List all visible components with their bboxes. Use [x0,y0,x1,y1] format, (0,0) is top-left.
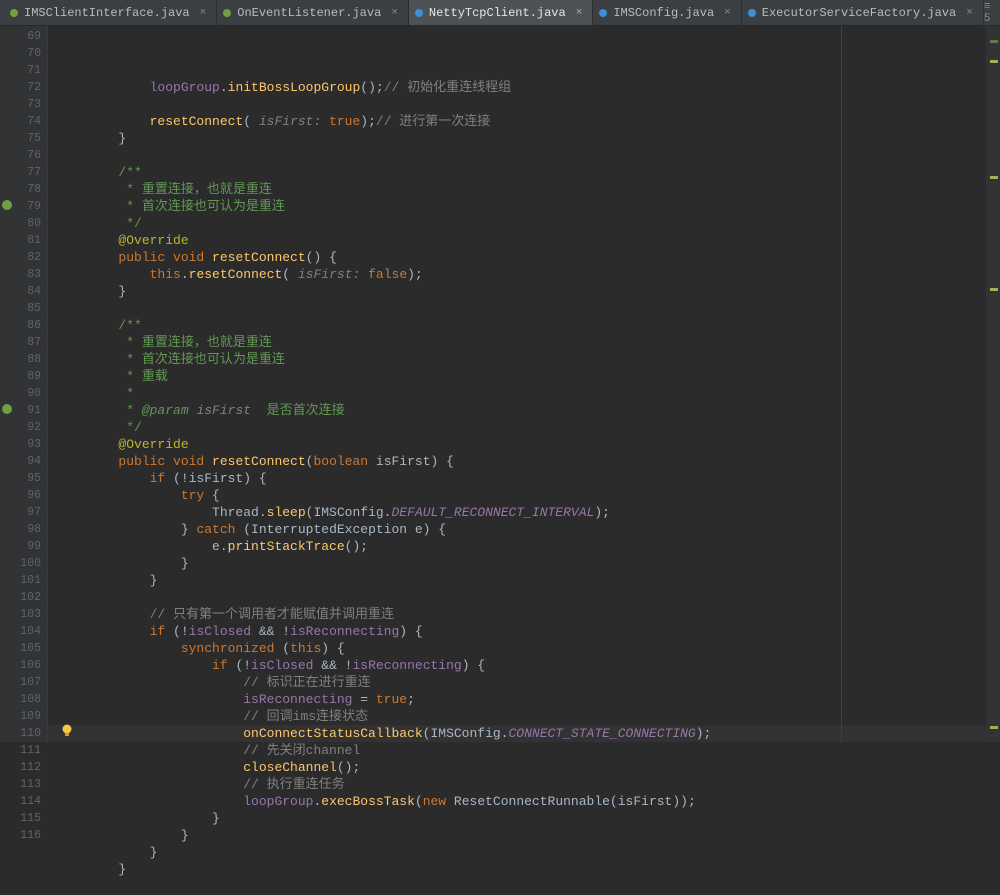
code-line[interactable]: } [56,283,986,300]
file-type-icon [223,9,231,17]
stripe-marker[interactable] [990,288,998,291]
code-line[interactable]: public void resetConnect() { [56,249,986,266]
tab-bar: IMSClientInterface.java×OnEventListener.… [0,0,1000,26]
tab-executorservicefactory-java[interactable]: ExecutorServiceFactory.java × [742,0,984,25]
code-line[interactable]: * 首次连接也可认为是重连 [56,351,986,368]
code-line[interactable]: * 重载 [56,368,986,385]
tab-imsclientinterface-java[interactable]: IMSClientInterface.java × [4,0,217,25]
code-line[interactable]: } [56,844,986,861]
override-gutter-icon[interactable] [2,404,12,414]
error-stripe[interactable] [986,26,1000,742]
code-line[interactable]: resetConnect( isFirst: true);// 进行第一次连接 [56,113,986,130]
override-gutter-icon[interactable] [2,200,12,210]
code-line[interactable] [56,300,986,317]
line-number: 111 [0,742,41,759]
tab-imsconfig-java[interactable]: IMSConfig.java × [593,0,741,25]
code-line[interactable]: // 执行重连任务 [56,776,986,793]
code-line[interactable]: if (!isClosed && !isReconnecting) { [56,657,986,674]
code-line[interactable]: // 只有第一个调用者才能赋值并调用重连 [56,606,986,623]
code-line[interactable]: loopGroup.initBossLoopGroup();// 初始化重连线程… [56,79,986,96]
code-line[interactable]: } [56,810,986,827]
code-line[interactable]: } [56,130,986,147]
code-line[interactable] [56,147,986,164]
tab-label: IMSClientInterface.java [24,6,190,20]
code-line[interactable]: * [56,385,986,402]
code-line[interactable]: @Override [56,232,986,249]
file-type-icon [10,9,18,17]
tab-label: IMSConfig.java [613,6,714,20]
code-line[interactable]: @Override [56,436,986,453]
code-line[interactable]: // 回调ims连接状态 [56,708,986,725]
file-type-icon [599,9,607,17]
tab-nettytcpclient-java[interactable]: NettyTcpClient.java × [409,0,593,25]
line-number: 112 [0,759,41,776]
code-line[interactable]: e.printStackTrace(); [56,538,986,555]
code-line[interactable]: try { [56,487,986,504]
code-line[interactable]: this.resetConnect( isFirst: false); [56,266,986,283]
intention-bulb-icon[interactable] [60,724,74,738]
code-content[interactable]: loopGroup.initBossLoopGroup();// 初始化重连线程… [48,26,986,742]
code-line[interactable]: if (!isClosed && !isReconnecting) { [56,623,986,640]
tab-oneventlistener-java[interactable]: OnEventListener.java × [217,0,409,25]
code-line[interactable]: // 标识正在进行重连 [56,674,986,691]
line-number: 114 [0,793,41,810]
code-line[interactable]: // 先关闭channel [56,742,986,759]
right-margin-guide [841,26,842,742]
file-type-icon [415,9,423,17]
close-icon[interactable]: × [724,7,731,19]
close-icon[interactable]: × [391,7,398,19]
code-line[interactable]: } [56,572,986,589]
code-line[interactable]: */ [56,215,986,232]
stripe-marker[interactable] [990,176,998,179]
close-icon[interactable]: × [966,7,973,19]
stripe-marker[interactable] [990,726,998,729]
code-line[interactable] [56,589,986,606]
code-line[interactable]: * 重置连接，也就是重连 [56,334,986,351]
code-line[interactable]: Thread.sleep(IMSConfig.DEFAULT_RECONNECT… [56,504,986,521]
code-line[interactable]: /** [56,164,986,181]
code-line[interactable] [56,878,986,895]
stripe-marker[interactable] [990,40,998,43]
code-line[interactable]: } catch (InterruptedException e) { [56,521,986,538]
tab-label: ExecutorServiceFactory.java [762,6,956,20]
code-line[interactable]: synchronized (this) { [56,640,986,657]
editor-area: 6970717273747576777879808182838485868788… [0,26,1000,742]
code-line[interactable]: if (!isFirst) { [56,470,986,487]
close-icon[interactable]: × [576,7,583,19]
code-line[interactable]: * 首次连接也可认为是重连 [56,198,986,215]
code-line[interactable]: closeChannel(); [56,759,986,776]
code-line[interactable]: isReconnecting = true; [56,691,986,708]
code-line[interactable] [56,96,986,113]
line-number: 116 [0,827,41,844]
code-line[interactable]: /** [56,317,986,334]
line-number: 113 [0,776,41,793]
code-line[interactable]: public void resetConnect(boolean isFirst… [56,453,986,470]
line-number: 115 [0,810,41,827]
code-line[interactable]: loopGroup.execBossTask(new ResetConnectR… [56,793,986,810]
stripe-marker[interactable] [990,60,998,63]
code-line[interactable]: */ [56,419,986,436]
code-line[interactable]: * @param isFirst 是否首次连接 [56,402,986,419]
code-line[interactable]: } [56,861,986,878]
close-icon[interactable]: × [200,7,207,19]
code-line[interactable]: * 重置连接，也就是重连 [56,181,986,198]
code-line[interactable]: } [56,827,986,844]
line-number-gutter: 6970717273747576777879808182838485868788… [0,26,48,742]
tabs-overflow-indicator[interactable]: ≡ 5 [984,1,1000,25]
file-type-icon [748,9,756,17]
tab-label: NettyTcpClient.java [429,6,566,20]
tab-label: OnEventListener.java [237,6,381,20]
code-line[interactable]: } [56,555,986,572]
